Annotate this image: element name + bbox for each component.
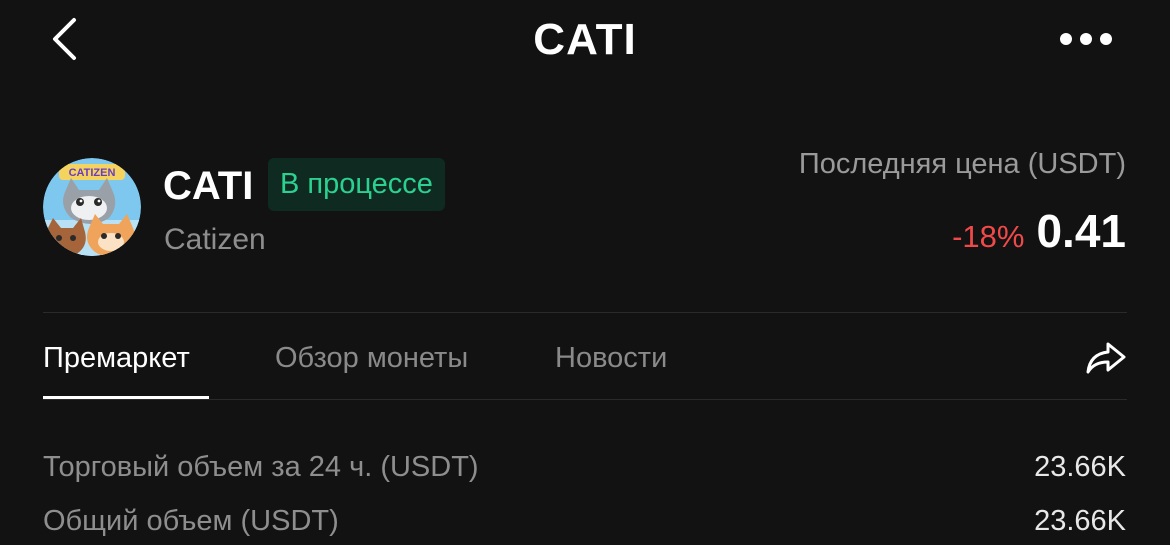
stat-label-total-volume: Общий объем (USDT)	[43, 505, 339, 537]
tab-coin-overview[interactable]: Обзор монеты	[275, 338, 468, 378]
tab-news[interactable]: Новости	[555, 338, 667, 378]
share-icon	[1086, 342, 1126, 374]
stat-value-volume-24h: 23.66K	[1034, 451, 1126, 483]
more-button[interactable]	[1056, 26, 1116, 52]
price-row: -18% 0.41	[952, 204, 1126, 258]
coin-name: Catizen	[164, 223, 266, 256]
share-button[interactable]	[1084, 338, 1128, 378]
stat-value-total-volume: 23.66K	[1034, 505, 1126, 537]
coin-symbol: CATI	[163, 164, 254, 208]
tab-premarket[interactable]: Премаркет	[43, 338, 190, 378]
last-price-label: Последняя цена (USDT)	[798, 148, 1126, 180]
status-badge: В процессе	[268, 158, 445, 211]
coin-avatar: CATIZEN	[43, 158, 141, 256]
tabs-divider	[43, 399, 1127, 400]
price-value: 0.41	[1036, 205, 1126, 257]
price-change: -18%	[952, 219, 1025, 254]
page-title: CATI	[533, 15, 637, 64]
more-horizontal-icon	[1060, 33, 1112, 45]
screen: CATI CATIZEN CATI В процессе Catizen Пос…	[0, 0, 1170, 545]
cat-logo-icon: CATIZEN	[43, 158, 141, 256]
svg-text:CATIZEN: CATIZEN	[69, 167, 116, 179]
stat-label-volume-24h: Торговый объем за 24 ч. (USDT)	[43, 451, 479, 483]
header-divider	[43, 312, 1127, 313]
